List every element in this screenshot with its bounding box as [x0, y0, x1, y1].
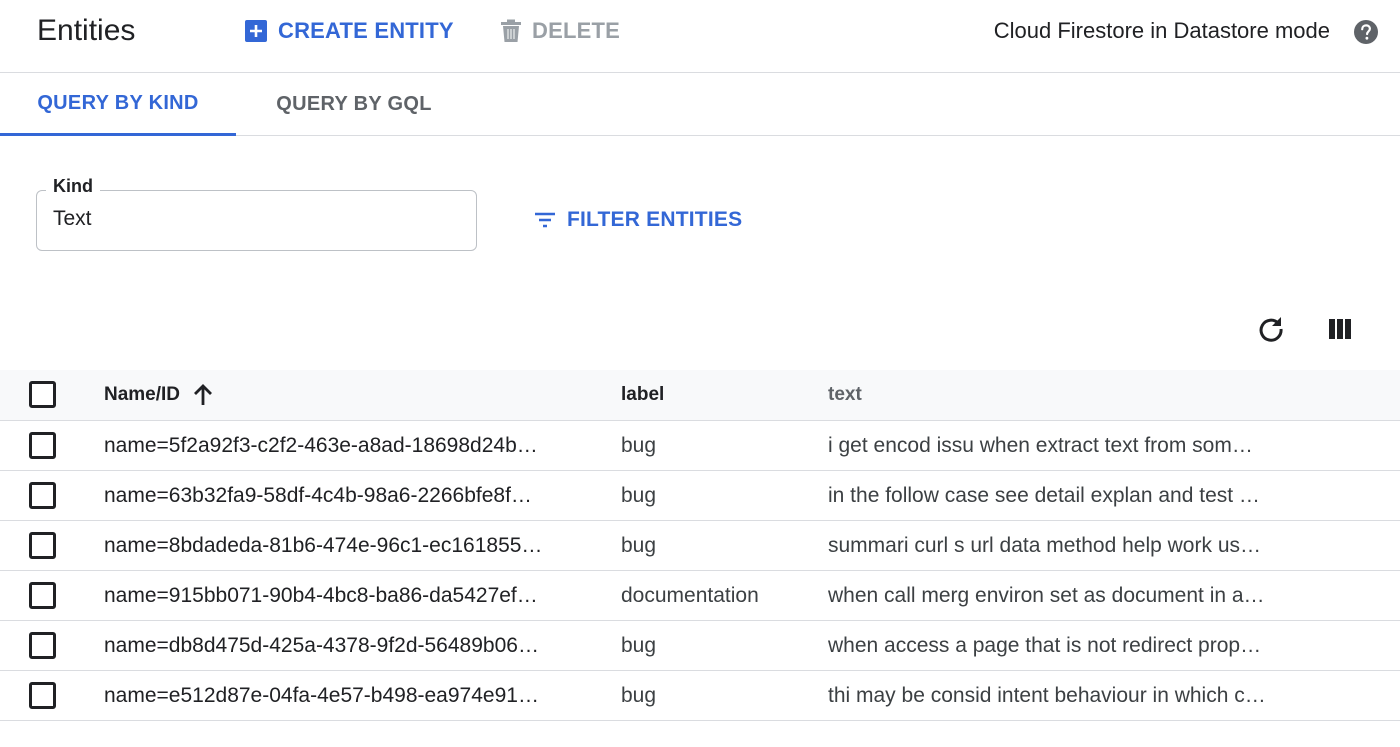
row-label: documentation [621, 584, 759, 607]
tab-query-by-kind[interactable]: QUERY BY KIND [0, 73, 236, 136]
top-bar: Entities CREATE ENTITY DELETE Cloud Fire… [0, 0, 1400, 73]
kind-field-label: Kind [46, 176, 100, 197]
table-row[interactable]: name=915bb071-90b4-4bc8-ba86-da5427ef… d… [0, 571, 1400, 621]
tab-query-by-gql[interactable]: QUERY BY GQL [254, 73, 454, 136]
row-label: bug [621, 434, 657, 457]
row-text: when call merg environ set as document i… [828, 584, 1265, 607]
row-checkbox[interactable] [29, 482, 56, 509]
row-checkbox[interactable] [29, 632, 56, 659]
filter-entities-label: FILTER ENTITIES [567, 208, 743, 231]
row-text: in the follow case see detail explan and… [828, 484, 1260, 507]
filter-list-icon [533, 210, 557, 230]
row-checkbox[interactable] [29, 532, 56, 559]
arrow-up-icon[interactable] [192, 383, 214, 407]
row-text: i get encod issu when extract text from … [828, 434, 1253, 457]
add-box-icon [244, 19, 268, 43]
column-name-label: Name/ID [104, 384, 181, 405]
filter-entities-button[interactable]: FILTER ENTITIES [533, 205, 742, 235]
table-row[interactable]: name=db8d475d-425a-4378-9f2d-56489b06… b… [0, 621, 1400, 671]
query-tabs: QUERY BY KIND QUERY BY GQL [0, 73, 1400, 136]
delete-button[interactable]: DELETE [500, 16, 620, 46]
column-header-label[interactable]: label [621, 370, 664, 420]
row-label: bug [621, 484, 657, 507]
column-header-text[interactable]: text [828, 370, 862, 420]
row-name-id[interactable]: name=63b32fa9-58df-4c4b-98a6-2266bfe8f… [104, 471, 562, 521]
row-text: summari curl s url data method help work… [828, 534, 1261, 557]
row-text: thi may be consid intent behaviour in wh… [828, 684, 1266, 707]
row-label: bug [621, 684, 657, 707]
refresh-icon[interactable] [1256, 314, 1286, 344]
column-header-name[interactable]: Name/ID [104, 370, 214, 420]
table-row[interactable]: name=8bdadeda-81b6-474e-96c1-ec161855… b… [0, 521, 1400, 571]
row-name-id[interactable]: name=db8d475d-425a-4378-9f2d-56489b06… [104, 621, 562, 671]
row-name-id[interactable]: name=5f2a92f3-c2f2-463e-a8ad-18698d24b… [104, 421, 562, 471]
row-checkbox[interactable] [29, 582, 56, 609]
row-label: bug [621, 534, 657, 557]
view-columns-icon[interactable] [1327, 316, 1353, 342]
select-all-checkbox[interactable] [29, 381, 56, 408]
row-name-id[interactable]: name=915bb071-90b4-4bc8-ba86-da5427ef… [104, 571, 562, 621]
row-text: when access a page that is not redirect … [828, 634, 1262, 657]
row-checkbox[interactable] [29, 682, 56, 709]
page-title: Entities [37, 14, 136, 47]
database-mode-label: Cloud Firestore in Datastore mode [993, 18, 1330, 43]
table-row[interactable]: name=5f2a92f3-c2f2-463e-a8ad-18698d24b… … [0, 421, 1400, 471]
table-row[interactable]: name=63b32fa9-58df-4c4b-98a6-2266bfe8f… … [0, 471, 1400, 521]
create-entity-button[interactable]: CREATE ENTITY [244, 16, 454, 46]
table-header: Name/ID label text [0, 370, 1400, 421]
kind-field[interactable]: Text [36, 190, 477, 251]
row-label: bug [621, 634, 657, 657]
row-checkbox[interactable] [29, 432, 56, 459]
help-icon[interactable] [1353, 19, 1379, 45]
kind-value: Text [53, 207, 92, 230]
table-row[interactable]: name=e512d87e-04fa-4e57-b498-ea974e91… b… [0, 671, 1400, 721]
delete-label: DELETE [532, 18, 620, 43]
row-name-id[interactable]: name=e512d87e-04fa-4e57-b498-ea974e91… [104, 671, 562, 721]
trash-icon [500, 19, 522, 43]
row-name-id[interactable]: name=8bdadeda-81b6-474e-96c1-ec161855… [104, 521, 562, 571]
create-entity-label: CREATE ENTITY [278, 18, 454, 43]
